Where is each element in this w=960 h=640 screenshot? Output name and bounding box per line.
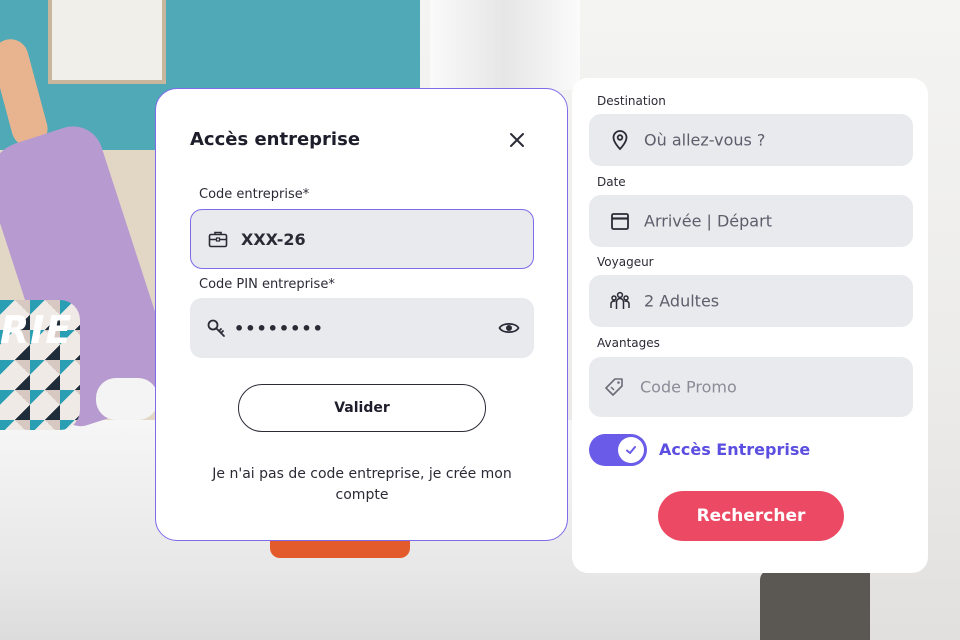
search-button[interactable]: Rechercher (658, 491, 844, 541)
create-account-link[interactable]: Je n'ai pas de code entreprise, je crée … (190, 464, 534, 506)
background-curtain (430, 0, 580, 90)
location-pin-icon (609, 129, 631, 151)
close-icon[interactable] (506, 129, 528, 151)
destination-placeholder: Où allez-vous ? (644, 130, 766, 150)
date-placeholder: Arrivée | Départ (644, 211, 772, 231)
code-label: Code entreprise* (199, 187, 310, 202)
perks-label: Avantages (597, 336, 660, 350)
modal-title: Accès entreprise (190, 129, 361, 150)
promo-placeholder: Code Promo (640, 377, 737, 397)
key-icon (206, 317, 228, 339)
search-panel: Destination Où allez-vous ? Date Arrivée… (572, 78, 928, 573)
business-access-label[interactable]: Accès Entreprise (659, 440, 810, 459)
calendar-icon (609, 210, 631, 232)
date-field[interactable]: Arrivée | Départ (589, 195, 913, 247)
business-access-toggle[interactable] (589, 434, 647, 466)
eye-icon[interactable] (498, 317, 520, 339)
pin-masked-value: •••••••• (234, 318, 324, 338)
check-icon (618, 437, 644, 463)
background-sock (96, 378, 158, 420)
destination-label: Destination (597, 94, 666, 108)
background-picture-frame (48, 0, 166, 84)
company-pin-input[interactable]: •••••••• (190, 298, 534, 358)
validate-button[interactable]: Valider (238, 384, 486, 432)
tag-icon (603, 376, 625, 398)
company-code-input[interactable]: XXX-26 (190, 209, 534, 269)
pin-label: Code PIN entreprise* (199, 277, 335, 292)
company-code-value: XXX-26 (241, 229, 306, 249)
people-icon (609, 290, 631, 312)
briefcase-icon (207, 228, 229, 250)
background-bed-frame (760, 570, 870, 640)
background-brand-text: RIE (0, 308, 73, 352)
destination-field[interactable]: Où allez-vous ? (589, 114, 913, 166)
promo-code-field[interactable]: Code Promo (589, 357, 913, 417)
traveler-field[interactable]: 2 Adultes (589, 275, 913, 327)
business-access-modal: Accès entreprise Code entreprise* XXX-26… (155, 88, 568, 541)
traveler-label: Voyageur (597, 255, 654, 269)
traveler-value: 2 Adultes (644, 291, 720, 311)
date-label: Date (597, 175, 626, 189)
